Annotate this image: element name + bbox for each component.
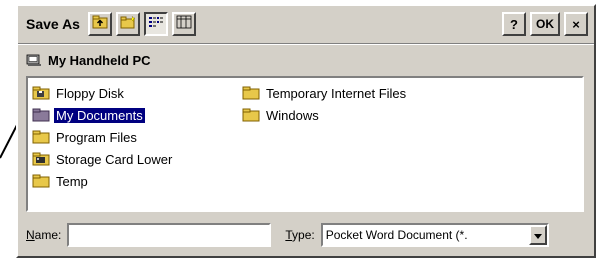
folder-icon: [32, 130, 50, 144]
item-label: Temp: [56, 173, 88, 189]
name-label: Name:: [26, 228, 62, 242]
list-item-program-files[interactable]: Program Files: [32, 126, 174, 148]
new-folder-button[interactable]: [115, 12, 140, 36]
name-input[interactable]: [67, 223, 272, 247]
title-buttons: ? OK ×: [498, 12, 588, 36]
file-column-1: Floppy Disk My Documents Program Files S…: [32, 82, 174, 192]
details-view-button[interactable]: [171, 12, 196, 36]
type-select[interactable]: Pocket Word Document (*.: [320, 223, 549, 247]
toolbar-divider: [18, 43, 594, 45]
floppy-folder-icon: [32, 86, 50, 100]
bottom-bar: Name: Type: Pocket Word Document (*.: [26, 220, 586, 250]
ok-button[interactable]: OK: [530, 12, 560, 36]
folder-icon: [242, 108, 260, 122]
location-bar[interactable]: My Handheld PC: [26, 50, 151, 70]
chevron-down-icon: [533, 226, 542, 244]
list-item-windows[interactable]: Windows: [242, 104, 408, 126]
folder-icon: [32, 174, 50, 188]
help-button[interactable]: ?: [502, 12, 526, 36]
folder-icon: [242, 86, 260, 100]
type-dropdown-button[interactable]: [528, 225, 547, 245]
new-folder-icon: [120, 15, 136, 34]
list-item-my-documents[interactable]: My Documents: [32, 104, 174, 126]
item-label: My Documents: [54, 107, 145, 123]
item-label: Temporary Internet Files: [266, 85, 407, 101]
dialog-title: Save As: [26, 16, 80, 32]
location-label: My Handheld PC: [48, 52, 151, 68]
handheld-pc-icon: [26, 53, 42, 67]
save-as-dialog: Save As ? OK × My Handheld PC Floppy Dis…: [16, 4, 596, 258]
toolbar: Save As ? OK ×: [18, 6, 594, 42]
file-column-2: Temporary Internet Files Windows: [242, 82, 408, 126]
item-label: Floppy Disk: [56, 85, 124, 101]
file-list[interactable]: Floppy Disk My Documents Program Files S…: [26, 76, 584, 212]
list-item-storage-card-lower[interactable]: Storage Card Lower: [32, 148, 174, 170]
type-select-value: Pocket Word Document (*.: [325, 228, 468, 242]
folder-icon: [32, 108, 50, 122]
list-view-icon: [148, 15, 164, 34]
close-button[interactable]: ×: [564, 12, 588, 36]
up-folder-icon: [92, 15, 108, 34]
list-item-temporary-internet-files[interactable]: Temporary Internet Files: [242, 82, 408, 104]
details-view-icon: [176, 15, 192, 34]
up-folder-button[interactable]: [87, 12, 112, 36]
item-label: Program Files: [56, 129, 137, 145]
item-label: Storage Card Lower: [56, 151, 173, 167]
list-item-temp[interactable]: Temp: [32, 170, 174, 192]
storage-card-folder-icon: [32, 152, 50, 166]
list-item-floppy-disk[interactable]: Floppy Disk: [32, 82, 174, 104]
list-view-button[interactable]: [143, 12, 168, 36]
item-label: Windows: [266, 107, 319, 123]
type-label: Type:: [285, 228, 315, 242]
